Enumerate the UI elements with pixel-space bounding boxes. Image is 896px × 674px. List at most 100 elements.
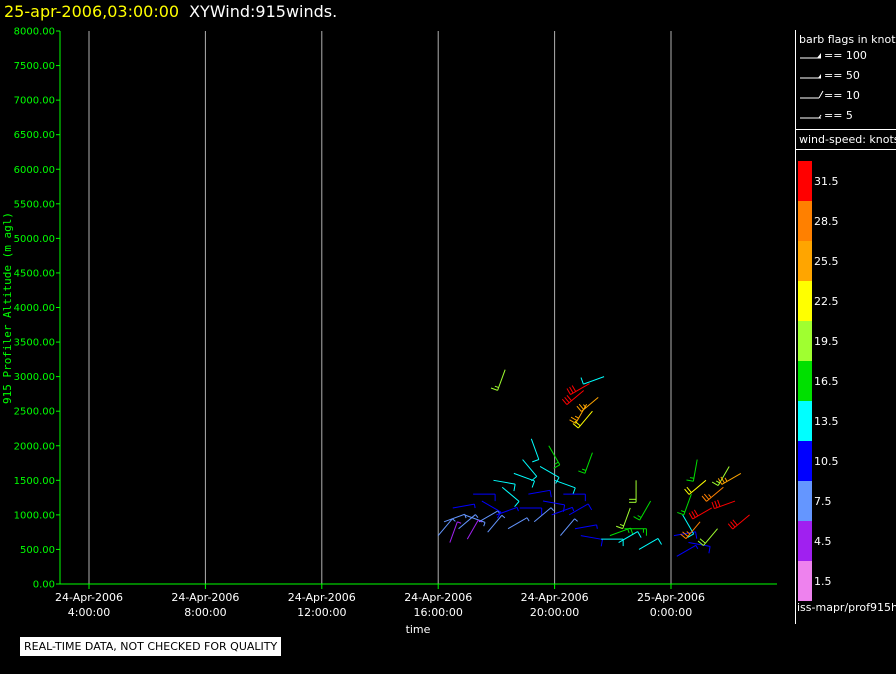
wind-barb: [501, 486, 520, 508]
wind-barb: [578, 452, 593, 474]
y-tick-labels: 0.00 500.00 1000.00 1500.00 2000.00 2500.00 30…: [14, 27, 55, 591]
wind-barb: [580, 535, 603, 547]
barb-legend-label: == 50: [824, 69, 860, 82]
y-tick-label: 7000.00: [14, 96, 55, 107]
y-tick-label: 4500.00: [14, 268, 55, 279]
y-tick-label: 3000.00: [14, 372, 55, 383]
color-scale-label: 16.5: [814, 375, 839, 388]
y-tick-label: 4000.00: [14, 303, 55, 314]
wind-barb: [478, 510, 501, 523]
y-tick-label: 0.00: [33, 580, 55, 591]
barb-5-icon: [800, 114, 822, 119]
wind-barb: [528, 489, 552, 498]
color-scale-label: 25.5: [814, 255, 839, 268]
wind-barb: [727, 514, 750, 530]
wind-barb: [576, 396, 599, 412]
color-scale-label: 10.5: [814, 455, 839, 468]
wind-barb: [638, 538, 662, 550]
wind-barb: [519, 507, 543, 515]
y-tick-label: 1000.00: [14, 510, 55, 521]
x-tick-date: 24-Apr-2006: [521, 591, 589, 604]
x-tick-time: 20:00:00: [530, 606, 579, 619]
wind-barb: [580, 376, 605, 385]
y-tick-label: 500.00: [20, 545, 55, 556]
data-source-label: iss-mapr/prof915h: [797, 601, 896, 614]
barb-50-icon: [800, 74, 821, 79]
x-axis-label: time: [406, 623, 431, 636]
color-swatch: [798, 281, 812, 321]
wind-barb: [677, 493, 692, 516]
wind-barb: [601, 538, 624, 547]
wind-barb: [615, 507, 631, 530]
x-tick-date: 24-Apr-2006: [171, 591, 239, 604]
x-tick-time: 12:00:00: [297, 606, 346, 619]
x-tick-time: 16:00:00: [413, 606, 462, 619]
barb-legend-label: == 5: [824, 109, 853, 122]
wind-barb: [684, 479, 707, 495]
wind-barb: [629, 480, 637, 503]
y-tick-label: 8000.00: [14, 27, 55, 38]
barb-legend-5: == 5: [796, 106, 896, 126]
color-swatch: [798, 201, 812, 241]
y-tick-label: 6500.00: [14, 130, 55, 141]
wind-barb: [711, 499, 736, 510]
color-swatch: [798, 561, 812, 601]
color-scale-label: 31.5: [814, 175, 839, 188]
wind-barb: [481, 500, 502, 519]
barb-10-icon: [800, 90, 824, 99]
x-tick-date: 24-Apr-2006: [288, 591, 356, 604]
color-scale-label: 28.5: [814, 215, 839, 228]
wind-barb: [554, 479, 576, 495]
gridlines: [88, 31, 672, 584]
wind-barb: [563, 493, 586, 502]
wind-barb: [449, 521, 462, 543]
wind-barb: [686, 459, 698, 482]
barb-legend-50: == 50: [796, 66, 896, 86]
wind-barb: [466, 519, 483, 540]
wind-barb: [487, 514, 506, 533]
color-swatch: [798, 241, 812, 281]
y-tick-label: 6000.00: [14, 165, 55, 176]
x-tick-time: 8:00:00: [184, 606, 226, 619]
wind-barb: [574, 524, 598, 530]
wind-barb: [560, 518, 578, 536]
x-tick-date: 25-Apr-2006: [637, 591, 705, 604]
wind-barb: [717, 472, 742, 485]
y-tick-label: 1500.00: [14, 476, 55, 487]
y-axis-label: 915 Profiler Altitude (m agl): [1, 212, 14, 404]
color-swatch: [798, 361, 812, 401]
color-swatch: [798, 321, 812, 361]
wind-barbs: [437, 369, 750, 557]
color-swatch: [798, 441, 812, 481]
x-tick-time: 4:00:00: [68, 606, 110, 619]
x-tick-labels: 24-Apr-2006 4:00:00 24-Apr-2006 8:00:00 24-A…: [55, 591, 705, 619]
x-tick-date: 24-Apr-2006: [55, 591, 123, 604]
legend-panel: barb flags in knots == 100 == 50 == 10 =…: [795, 30, 896, 624]
y-tick-label: 7500.00: [14, 61, 55, 72]
color-scale-label: 19.5: [814, 335, 839, 348]
y-tick-label: 5500.00: [14, 199, 55, 210]
wind-barb: [609, 527, 634, 537]
wind-barb: [473, 493, 496, 502]
quality-notice: REAL-TIME DATA, NOT CHECKED FOR QUALITY: [19, 636, 283, 657]
x-tick-time: 0:00:00: [650, 606, 692, 619]
barb-100-icon: [800, 53, 821, 59]
barb-legend-label: == 100: [824, 49, 867, 62]
color-swatch: [798, 481, 812, 521]
color-scale-label: 22.5: [814, 295, 839, 308]
wind-barb: [633, 500, 652, 521]
x-tick-date: 24-Apr-2006: [404, 591, 472, 604]
speed-legend-title: wind-speed: knots: [799, 133, 896, 146]
wind-barb: [701, 486, 724, 502]
y-tick-label: 5000.00: [14, 234, 55, 245]
y-tick-label: 2000.00: [14, 441, 55, 452]
wind-barb: [533, 507, 555, 523]
wind-barb: [507, 517, 530, 530]
wind-barb: [568, 503, 593, 516]
color-scale-label: 1.5: [814, 575, 832, 588]
barb-legend-title: barb flags in knots: [799, 33, 896, 46]
axes: [56, 30, 777, 589]
barb-legend-label: == 10: [824, 89, 860, 102]
wind-barb: [452, 503, 476, 509]
color-scale-label: 13.5: [814, 415, 839, 428]
